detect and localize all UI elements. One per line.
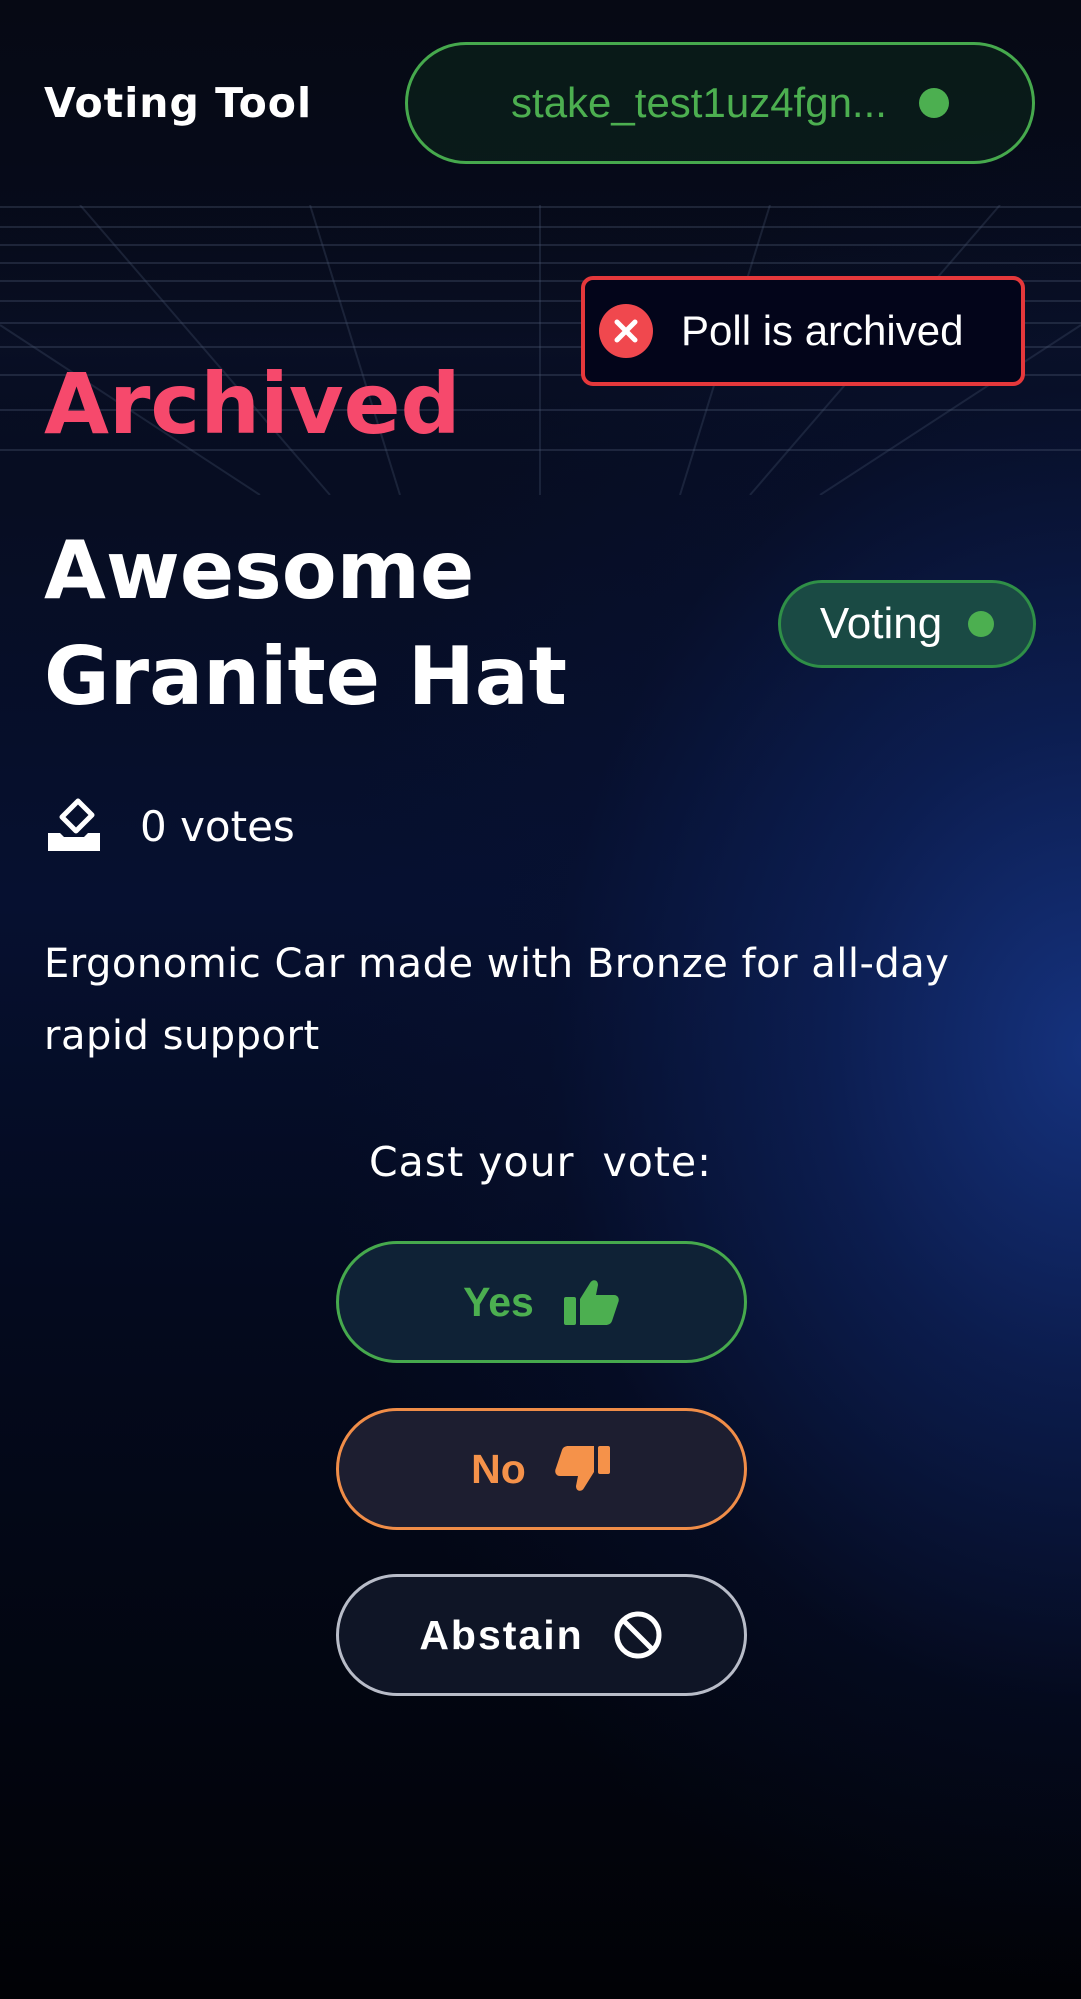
close-circle-icon	[599, 304, 653, 358]
poll-phase-badge: Voting	[778, 580, 1036, 668]
ban-icon	[614, 1611, 662, 1659]
vote-no-button[interactable]: No	[336, 1408, 747, 1530]
wallet-connected-dot	[918, 88, 949, 118]
vote-count-row: 0 votes	[44, 796, 295, 856]
toast-message: Poll is archived	[681, 307, 964, 354]
app-header: Voting Tool stake_test1uz4fgn...	[0, 0, 1081, 205]
vote-yes-label: Yes	[463, 1278, 534, 1325]
poll-title: Awesome Granite Hat	[44, 524, 568, 723]
vote-no-label: No	[471, 1445, 526, 1492]
cast-vote-prompt: Cast your vote:	[369, 1138, 712, 1186]
poll-phase-dot	[968, 611, 995, 637]
vote-abstain-button[interactable]: Abstain	[336, 1574, 747, 1696]
vote-count: 0 votes	[140, 801, 295, 851]
wallet-address: stake_test1uz4fgn...	[511, 79, 887, 126]
thumbs-up-icon	[563, 1280, 619, 1325]
poll-status-label: Archived	[44, 355, 461, 453]
app-title[interactable]: Voting Tool	[44, 78, 312, 128]
error-toast[interactable]: Poll is archived	[581, 276, 1025, 386]
vote-abstain-label: Abstain	[419, 1611, 584, 1658]
ballot-box-icon	[48, 798, 100, 851]
wallet-address-button[interactable]: stake_test1uz4fgn...	[405, 42, 1035, 164]
thumbs-down-icon	[555, 1446, 610, 1491]
poll-description: Ergonomic Car made with Bronze for all-d…	[44, 941, 950, 1059]
poll-phase-label: Voting	[819, 599, 943, 648]
vote-yes-button[interactable]: Yes	[336, 1241, 747, 1363]
